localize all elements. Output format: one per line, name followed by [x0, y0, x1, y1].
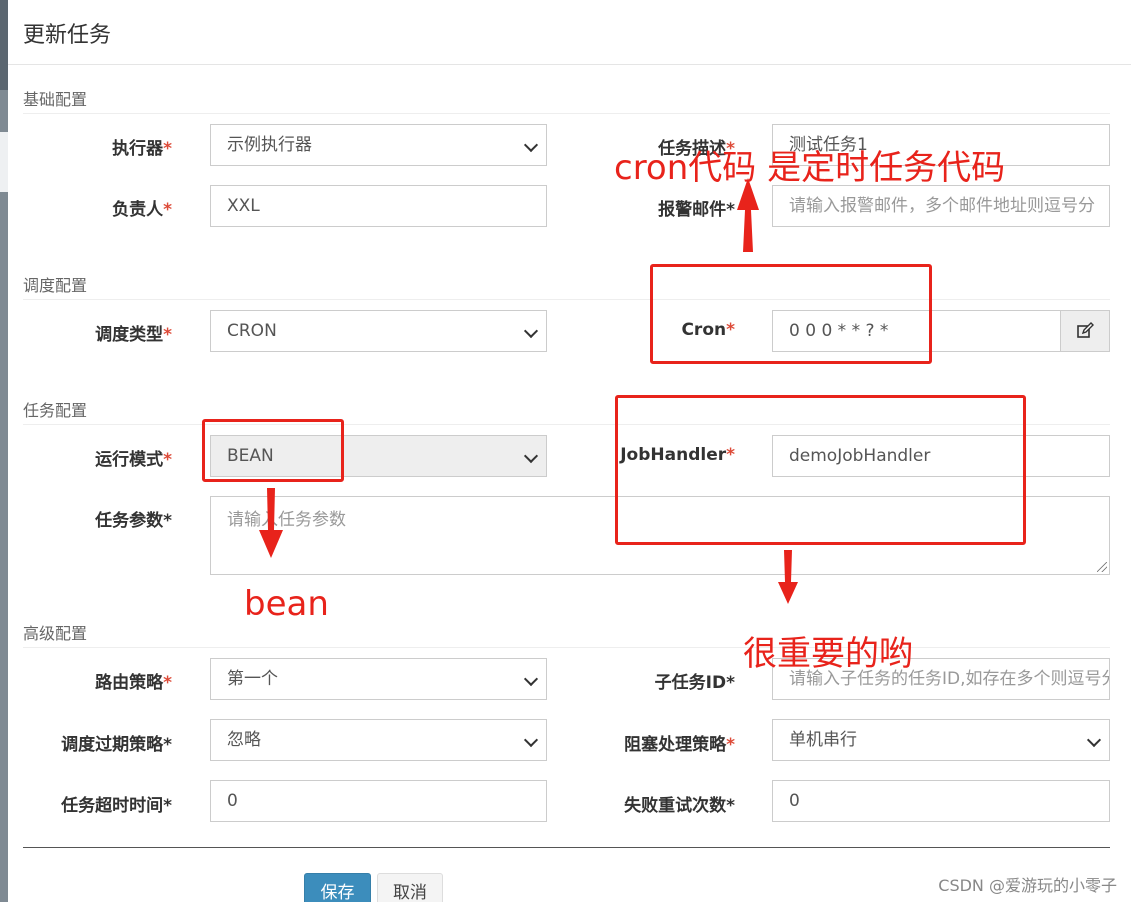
save-button[interactable]: 保存 — [304, 873, 371, 902]
executor-label: 执行器* — [112, 139, 172, 159]
annotation-bean-note: bean — [244, 584, 329, 624]
fail-retry-input[interactable]: 0 — [772, 780, 1110, 822]
cron-edit-button[interactable] — [1060, 310, 1110, 352]
background-strip-top — [0, 0, 8, 90]
block-strategy-select[interactable]: 单机串行 — [772, 719, 1110, 761]
annotation-box-job-handler — [615, 395, 1026, 545]
annotation-cron-note: cron代码 是定时任务代码 — [614, 148, 1006, 188]
alarm-email-input[interactable]: 请输入报警邮件，多个邮件地址则逗号分 — [772, 185, 1110, 227]
schedule-type-select[interactable]: CRON — [210, 310, 547, 352]
author-label: 负责人* — [112, 200, 172, 220]
annotation-box-cron — [650, 264, 932, 364]
footer-divider — [23, 847, 1110, 848]
block-strategy-label: 阻塞处理策略* — [624, 735, 735, 755]
chevron-down-icon — [523, 732, 539, 748]
annotation-important-note: 很重要的哟 — [743, 634, 913, 674]
alarm-email-label: 报警邮件* — [658, 200, 735, 220]
section-basic-title: 基础配置 — [23, 86, 1110, 114]
section-advanced-title: 高级配置 — [23, 620, 1110, 648]
resize-handle[interactable] — [1097, 562, 1107, 572]
route-strategy-select[interactable]: 第一个 — [210, 658, 547, 700]
chevron-down-icon — [523, 137, 539, 153]
arrow-up-cron — [737, 178, 759, 252]
schedule-type-label: 调度类型* — [95, 325, 172, 345]
chevron-down-icon — [1086, 732, 1102, 748]
cancel-button[interactable]: 取消 — [377, 873, 443, 902]
chevron-down-icon — [523, 448, 539, 464]
section-schedule-title: 调度配置 — [23, 272, 1110, 300]
timeout-label: 任务超时时间* — [61, 796, 172, 816]
update-task-modal: 更新任务 基础配置 执行器* 示例执行器 任务描述* 测试任务1 负责人* XX… — [8, 0, 1131, 902]
misfire-strategy-select[interactable]: 忽略 — [210, 719, 547, 761]
route-strategy-label: 路由策略* — [95, 673, 172, 693]
edit-icon — [1077, 322, 1094, 338]
background-strip-mid — [0, 132, 8, 192]
modal-header: 更新任务 — [8, 0, 1131, 65]
fail-retry-label: 失败重试次数* — [624, 796, 735, 816]
modal-title: 更新任务 — [23, 23, 112, 48]
annotation-box-run-mode — [202, 419, 344, 482]
author-input[interactable]: XXL — [210, 185, 547, 227]
executor-select[interactable]: 示例执行器 — [210, 124, 547, 166]
job-param-label: 任务参数* — [95, 511, 172, 531]
chevron-down-icon — [523, 323, 539, 339]
misfire-strategy-label: 调度过期策略* — [61, 735, 172, 755]
chevron-down-icon — [523, 671, 539, 687]
child-job-id-label: 子任务ID* — [654, 673, 735, 693]
run-mode-label: 运行模式* — [95, 450, 172, 470]
timeout-input[interactable]: 0 — [210, 780, 547, 822]
csdn-watermark: CSDN @爱游玩的小零子 — [938, 876, 1117, 895]
